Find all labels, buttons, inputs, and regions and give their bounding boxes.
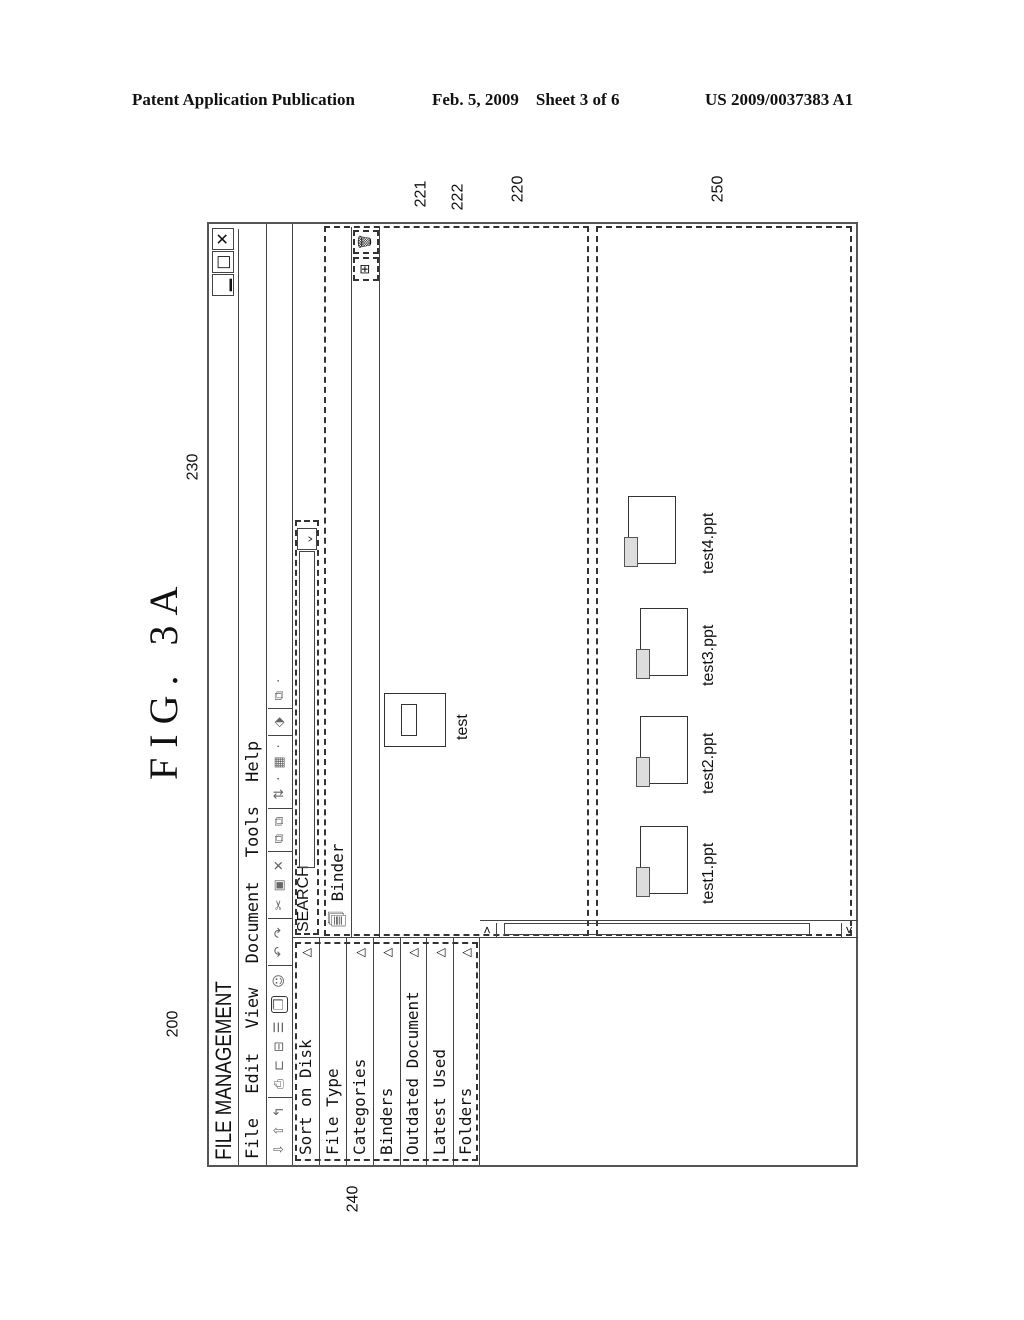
- sort-icon[interactable]: ⇅: [272, 789, 287, 800]
- document-thumbnail[interactable]: [636, 716, 688, 787]
- menu-help[interactable]: Help: [243, 741, 263, 782]
- title-bar: FILE MANAGEMENT: [209, 229, 239, 1165]
- date-sheet-label: Feb. 5, 2009 Sheet 3 of 6: [432, 90, 620, 109]
- back-icon[interactable]: ↰: [272, 1106, 287, 1117]
- toolbar-separator: [267, 708, 292, 710]
- undo-icon[interactable]: ↶: [272, 946, 287, 957]
- print-icon[interactable]: ⎙: [272, 1079, 287, 1089]
- ref-sidebar: 240: [344, 1185, 362, 1213]
- file-management-window: FILE MANAGEMENT ▁ □ ✕ File Edit View Doc…: [207, 222, 858, 1167]
- document-name[interactable]: test3.ppt: [700, 625, 718, 686]
- window-title: FILE MANAGEMENT: [211, 981, 236, 1160]
- scroll-thumb[interactable]: [504, 923, 810, 935]
- up-arrow-icon[interactable]: ⇧: [272, 1125, 287, 1136]
- patent-number: US 2009/0037383 A1: [705, 90, 854, 109]
- menu-bar: File Edit View Document Tools Help: [239, 224, 267, 1165]
- document-area: test1.ppt test2.ppt test3.ppt test4.ppt: [596, 226, 852, 936]
- toolbar-separator: [267, 1097, 292, 1099]
- sidebar-scrollbar[interactable]: > <: [480, 920, 858, 938]
- paste-icon[interactable]: ▣: [272, 879, 287, 891]
- minimize-button[interactable]: ▁: [212, 274, 234, 296]
- toolbar: ⇩ ⇧ ↰ ⎙ ⊏ ⊟ ☰ ❐ ☺ ↶ ↷ ✂ ▣ ✕ ⧉ ⧉ ⇅ · ▦ · …: [267, 224, 293, 1165]
- ppt-icon: [636, 867, 650, 897]
- document-view-icon[interactable]: ❐: [271, 995, 288, 1014]
- ref-binder-area: 220: [509, 175, 527, 203]
- document-name[interactable]: test2.ppt: [700, 733, 718, 794]
- toolbar-separator: [267, 807, 292, 809]
- binder-item-label[interactable]: test: [454, 714, 472, 740]
- tag-icon[interactable]: ⬗: [272, 717, 287, 727]
- document-thumbnail[interactable]: [636, 826, 688, 897]
- ref-trash: 221: [412, 180, 430, 208]
- ref-search: 230: [184, 453, 202, 481]
- ppt-icon: [624, 537, 638, 567]
- binder-area-box: [324, 226, 589, 936]
- search-input[interactable]: [299, 551, 315, 868]
- stack-icon[interactable]: ⧉: [272, 691, 287, 700]
- toolbar-separator: [267, 965, 292, 967]
- document-thumbnail[interactable]: [624, 496, 676, 567]
- dot: ·: [272, 776, 287, 781]
- sidebar-highlight-box: [295, 942, 478, 1161]
- toolbar-separator: [267, 851, 292, 853]
- ppt-icon: [636, 757, 650, 787]
- dot: ·: [272, 678, 287, 683]
- search-bar: SEARCH ⌄: [293, 518, 322, 938]
- close-button[interactable]: ✕: [212, 228, 234, 250]
- scroll-left-button[interactable]: <: [841, 923, 858, 937]
- person-icon[interactable]: ☺: [272, 974, 287, 988]
- dot: ·: [272, 744, 287, 749]
- document-name[interactable]: test1.ppt: [700, 843, 718, 904]
- scroll-right-button[interactable]: >: [480, 923, 497, 937]
- search-label: SEARCH: [295, 865, 312, 932]
- window-controls: ▁ □ ✕: [212, 228, 234, 297]
- menu-tools[interactable]: Tools: [243, 806, 263, 857]
- publication-label: Patent Application Publication: [132, 90, 355, 109]
- menu-file[interactable]: File: [243, 1118, 263, 1159]
- toolbar-separator: [267, 735, 292, 737]
- down-arrow-icon[interactable]: ⇩: [272, 1144, 287, 1155]
- scanner-icon[interactable]: ⊟: [272, 1041, 287, 1052]
- copy-icon[interactable]: ⧉: [272, 834, 287, 843]
- copy-machine-icon[interactable]: ☰: [272, 1021, 287, 1033]
- fax-icon[interactable]: ⊏: [272, 1060, 287, 1071]
- menu-document[interactable]: Document: [243, 882, 263, 964]
- menu-view[interactable]: View: [243, 988, 263, 1029]
- redo-icon[interactable]: ↷: [272, 927, 287, 938]
- binder-area: [322, 224, 592, 938]
- document-thumbnail[interactable]: [636, 608, 688, 679]
- figure-label: FIG. 3A: [141, 576, 186, 780]
- sidebar-list: Sort on Disk △ File Type Categories △ Bind…: [293, 938, 480, 1165]
- ref-window: 200: [164, 1010, 182, 1038]
- maximize-button[interactable]: □: [212, 251, 234, 273]
- move-icon[interactable]: ⧉: [272, 817, 287, 826]
- grid-icon[interactable]: ▦: [272, 756, 287, 768]
- delete-icon[interactable]: ✕: [272, 860, 287, 871]
- binder-item-icon[interactable]: [384, 693, 446, 747]
- ref-add-doc: 222: [449, 183, 467, 211]
- ref-doc-area: 250: [709, 175, 727, 203]
- ppt-icon: [636, 649, 650, 679]
- cut-icon[interactable]: ✂: [272, 899, 287, 910]
- search-dropdown-button[interactable]: ⌄: [297, 528, 317, 550]
- document-name[interactable]: test4.ppt: [700, 513, 718, 574]
- toolbar-separator: [267, 918, 292, 920]
- menu-edit[interactable]: Edit: [243, 1053, 263, 1094]
